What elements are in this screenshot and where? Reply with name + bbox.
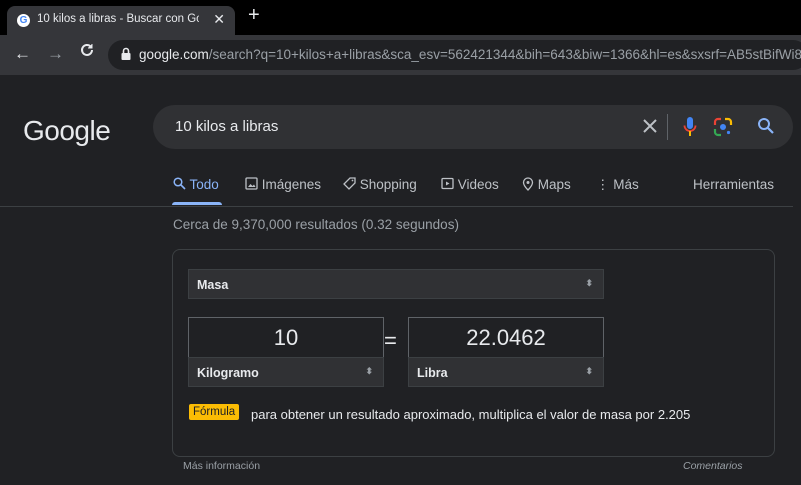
category-value: Masa bbox=[197, 278, 229, 292]
tab-mas[interactable]: ⋮ Más bbox=[596, 177, 639, 193]
image-icon bbox=[245, 177, 258, 190]
forward-arrow-icon[interactable]: → bbox=[47, 44, 64, 64]
microphone-icon[interactable] bbox=[683, 116, 697, 143]
browser-tab-bar: G 10 kilos a libras - Buscar con Goo ✕ + bbox=[0, 0, 801, 35]
google-lens-icon[interactable] bbox=[713, 117, 733, 142]
to-value-input[interactable]: 22.0462 bbox=[408, 317, 604, 357]
more-vertical-icon: ⋮ bbox=[596, 177, 610, 192]
url-text: google.com/search?q=10+kilos+a+libras&sc… bbox=[139, 47, 801, 62]
formula-badge: Fórmula bbox=[189, 404, 240, 420]
from-value-input[interactable]: 10 bbox=[188, 317, 384, 357]
equals-sign: = bbox=[384, 328, 397, 353]
tab-videos[interactable]: Videos bbox=[441, 177, 499, 192]
tab-maps[interactable]: Maps bbox=[522, 177, 571, 192]
back-arrow-icon[interactable]: ← bbox=[14, 44, 31, 64]
tab-todo-label: Todo bbox=[189, 177, 219, 192]
play-icon bbox=[441, 177, 454, 190]
map-pin-icon bbox=[522, 177, 534, 191]
select-arrows-icon: ⬍ bbox=[585, 278, 593, 288]
tab-videos-label: Videos bbox=[457, 177, 499, 192]
more-info-link[interactable]: Más información bbox=[183, 460, 260, 472]
tab-maps-label: Maps bbox=[537, 177, 571, 192]
tools-button[interactable]: Herramientas bbox=[693, 177, 774, 192]
unit-converter-card: Masa ⬍ 10 = 22.0462 Kilogramo ⬍ Libra ⬍ … bbox=[172, 249, 775, 457]
select-arrows-icon: ⬍ bbox=[365, 366, 373, 376]
formula-text: para obtener un resultado aproximado, mu… bbox=[251, 407, 691, 422]
search-divider bbox=[667, 114, 668, 140]
url-path: /search?q=10+kilos+a+libras&sca_esv=5624… bbox=[208, 47, 801, 62]
tab-title: 10 kilos a libras - Buscar con Goo bbox=[37, 13, 199, 25]
tab-todo[interactable]: Todo bbox=[173, 177, 219, 192]
google-logo[interactable]: Google bbox=[23, 115, 111, 147]
active-tab-indicator bbox=[172, 202, 222, 205]
search-box[interactable]: 10 kilos a libras bbox=[153, 105, 793, 149]
search-query[interactable]: 10 kilos a libras bbox=[175, 118, 278, 135]
tag-icon bbox=[343, 177, 356, 190]
lock-icon bbox=[120, 47, 134, 63]
search-tabs: Todo Imágenes Shopping Videos Maps ⋮ Más… bbox=[0, 175, 801, 206]
tab-imagenes-label: Imágenes bbox=[261, 177, 322, 192]
reload-icon[interactable] bbox=[79, 42, 95, 63]
from-unit-select[interactable]: Kilogramo ⬍ bbox=[188, 357, 384, 387]
search-icon[interactable] bbox=[757, 117, 775, 140]
close-tab-icon[interactable]: ✕ bbox=[213, 11, 225, 28]
new-tab-icon[interactable]: + bbox=[248, 4, 260, 27]
google-header: Google 10 kilos a libras Todo Imágenes S… bbox=[0, 75, 801, 207]
search-small-icon bbox=[173, 177, 186, 190]
address-bar[interactable]: google.com/search?q=10+kilos+a+libras&sc… bbox=[108, 40, 801, 70]
tab-shopping-label: Shopping bbox=[359, 177, 417, 192]
google-favicon-icon: G bbox=[17, 14, 30, 27]
browser-toolbar: ← → google.com/search?q=10+kilos+a+libra… bbox=[0, 35, 801, 75]
category-select[interactable]: Masa ⬍ bbox=[188, 269, 604, 299]
to-unit-value: Libra bbox=[417, 366, 448, 380]
clear-search-icon[interactable] bbox=[641, 117, 659, 140]
tab-mas-label: Más bbox=[613, 177, 639, 192]
feedback-link[interactable]: Comentarios bbox=[683, 460, 743, 472]
from-unit-value: Kilogramo bbox=[197, 366, 259, 380]
tab-imagenes[interactable]: Imágenes bbox=[245, 177, 321, 192]
right-edge bbox=[793, 75, 801, 485]
tab-shopping[interactable]: Shopping bbox=[343, 177, 417, 192]
select-arrows-icon: ⬍ bbox=[585, 366, 593, 376]
url-host: google.com bbox=[139, 47, 209, 62]
browser-tab[interactable]: G 10 kilos a libras - Buscar con Goo ✕ bbox=[7, 6, 235, 35]
to-unit-select[interactable]: Libra ⬍ bbox=[408, 357, 604, 387]
result-stats: Cerca de 9,370,000 resultados (0.32 segu… bbox=[173, 217, 459, 232]
